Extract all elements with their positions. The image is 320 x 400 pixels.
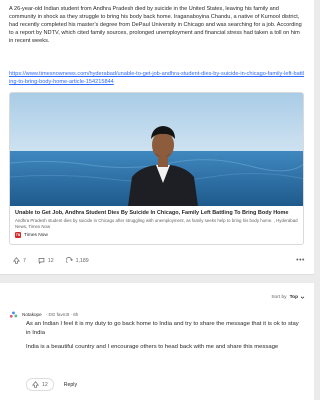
comments-button[interactable]: 12 — [34, 256, 58, 265]
upvote-icon — [32, 381, 39, 388]
sort-control[interactable]: Sort by Top — [271, 295, 305, 300]
share-icon — [65, 257, 73, 263]
preview-description: Andhra Pradesh student dies by suicide i… — [15, 218, 298, 229]
upvote-count: 7 — [23, 257, 26, 264]
times-now-logo-icon: TN — [15, 232, 21, 238]
comment: Notakope · DG favn3t · 6h As an Indian I… — [9, 309, 305, 391]
sort-dropdown[interactable]: Top — [290, 295, 305, 300]
preview-source: TN Times Now — [15, 231, 48, 239]
post-actions: 7 12 1,189 ••• — [9, 255, 305, 266]
comment-header: Notakope · DG favn3t · 6h — [9, 309, 305, 319]
comment-actions: 12 Reply — [26, 378, 77, 391]
sort-value: Top — [289, 295, 298, 300]
preview-source-name: Times Now — [24, 232, 48, 238]
avatar[interactable] — [9, 310, 18, 319]
comment-upvote-count: 12 — [42, 381, 48, 388]
reply-button[interactable]: Reply — [64, 382, 77, 388]
comment-icon — [38, 258, 45, 264]
chevron-down-icon — [300, 296, 305, 299]
sort-label: Sort by — [271, 295, 287, 300]
article-link[interactable]: https://www.timesnownews.com/hyderabad/u… — [9, 70, 305, 86]
preview-image — [10, 93, 303, 206]
comments-panel: Sort by Top Notakope · DG favn3t · 6h As… — [0, 283, 314, 400]
comment-meta: · DG favn3t · 6h — [45, 311, 79, 317]
link-preview-card[interactable]: Unable to Get Job, Andhra Student Dies B… — [9, 92, 304, 245]
comment-author[interactable]: Notakope — [22, 312, 42, 317]
comment-upvote-button[interactable]: 12 — [26, 378, 54, 391]
comment-count: 12 — [47, 257, 54, 264]
post-body-text: A 26-year-old Indian student from Andhra… — [9, 6, 302, 44]
comment-text: As an Indian I feel it is my duty to go … — [26, 320, 302, 352]
share-count: 1,189 — [75, 257, 89, 264]
upvote-icon — [13, 257, 20, 264]
upvote-button[interactable]: 7 — [9, 256, 30, 265]
comment-paragraph: India is a beautiful country and I encou… — [26, 344, 279, 351]
more-options-button[interactable]: ••• — [296, 257, 305, 264]
comment-paragraph: As an Indian I feel it is my duty to go … — [26, 321, 299, 336]
share-button[interactable]: 1,189 — [62, 256, 93, 265]
preview-title[interactable]: Unable to Get Job, Andhra Student Dies B… — [15, 210, 303, 217]
post-card: A 26-year-old Indian student from Andhra… — [0, 0, 314, 275]
